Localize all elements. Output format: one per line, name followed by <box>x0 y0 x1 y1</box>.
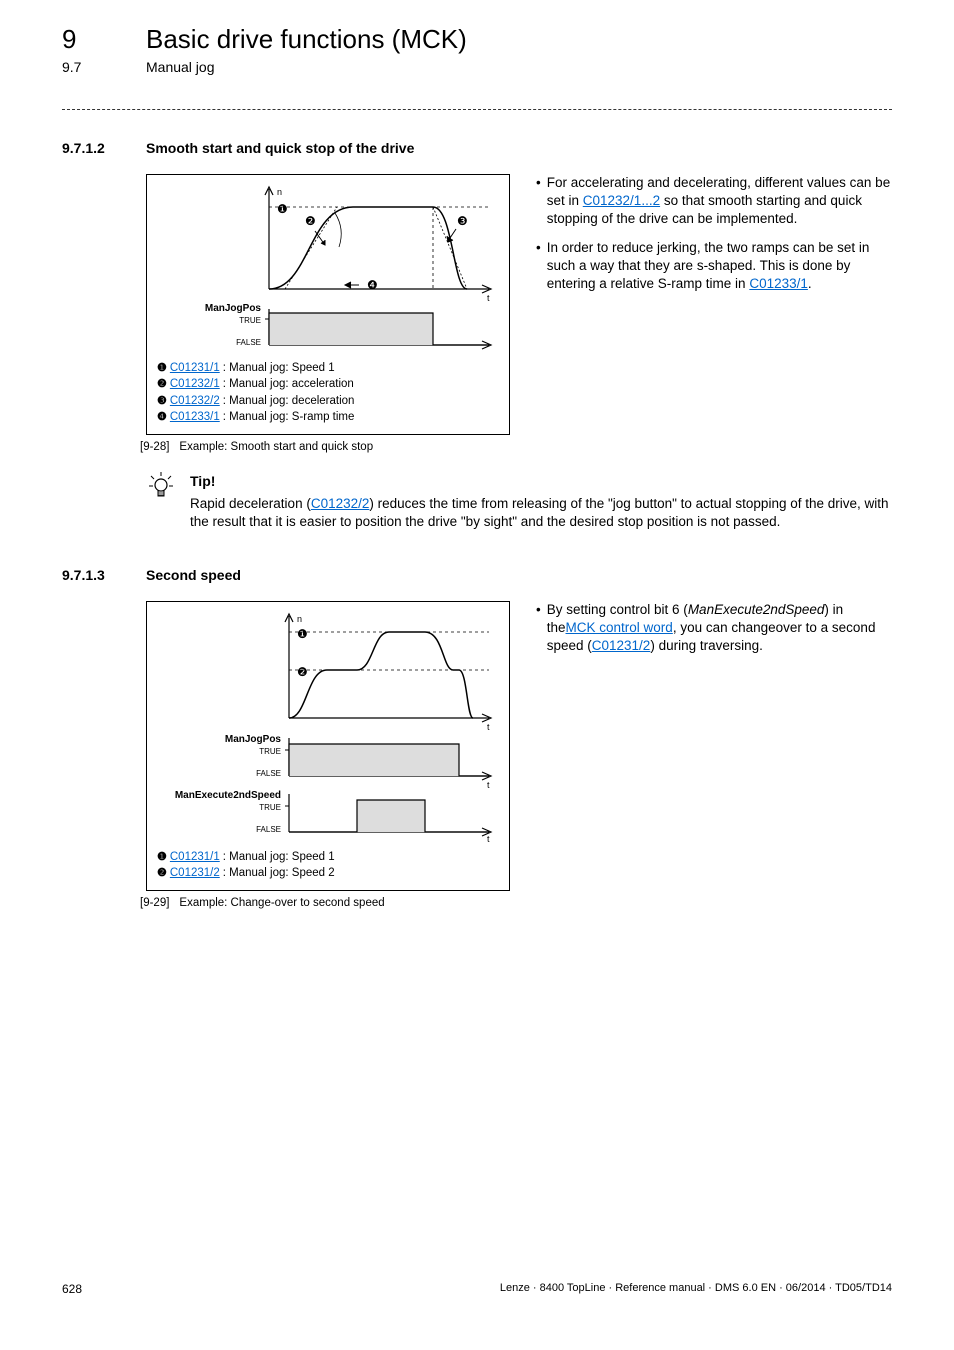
legend-desc: : Manual jog: acceleration <box>223 376 354 392</box>
link-c01232-1-2[interactable]: C01232/1...2 <box>583 193 660 208</box>
label-manjogpos: ManJogPos <box>205 303 262 314</box>
link-c01232-1[interactable]: C01232/1 <box>170 376 220 392</box>
link-c01231-1[interactable]: C01231/1 <box>170 849 220 865</box>
axis-t-label: t <box>487 722 490 732</box>
link-c01231-2[interactable]: C01231/2 <box>592 638 651 653</box>
figure-caption: [9-28] Example: Smooth start and quick s… <box>140 441 510 453</box>
lightbulb-icon <box>146 471 176 531</box>
figure-tag: [9-29] <box>140 897 169 909</box>
axis-n-label: n <box>297 614 302 624</box>
label-manjogpos: ManJogPos <box>225 734 282 745</box>
legend-desc: : Manual jog: Speed 1 <box>223 360 335 376</box>
subsection-header: 9.7.1.3 Second speed <box>62 567 892 583</box>
legend-dot: ❷ <box>157 866 167 881</box>
bullet-list: By setting control bit 6 (ManExecute2ndS… <box>536 601 892 909</box>
axis-t-label: t <box>487 834 490 842</box>
figure-legend: ❶ C01231/1: Manual jog: Speed 1 ❷ C01231… <box>157 849 499 882</box>
marker-1: ❶ <box>277 202 288 216</box>
link-c01232-2[interactable]: C01232/2 <box>311 496 370 511</box>
figure-caption-text: Example: Change-over to second speed <box>179 897 384 909</box>
subsection-header: 9.7.1.2 Smooth start and quick stop of t… <box>62 140 892 156</box>
label-true: TRUE <box>259 803 281 812</box>
link-c01233-1[interactable]: C01233/1 <box>170 409 220 425</box>
label-false: FALSE <box>256 769 281 778</box>
subsection-number: 9.7.1.2 <box>62 140 146 156</box>
axis-t-label-1: t <box>487 293 490 303</box>
bullet-list: For accelerating and decelerating, diffe… <box>536 174 892 453</box>
separator-dashed <box>62 109 892 110</box>
link-c01232-2[interactable]: C01232/2 <box>170 393 220 409</box>
chapter-title: Basic drive functions (MCK) <box>146 24 467 55</box>
tip-body: Rapid deceleration (C01232/2) reduces th… <box>190 495 892 531</box>
link-c01233-1[interactable]: C01233/1 <box>749 276 808 291</box>
link-c01231-1[interactable]: C01231/1 <box>170 360 220 376</box>
tip-block: Tip! Rapid deceleration (C01232/2) reduc… <box>146 473 892 531</box>
section-title: Manual jog <box>146 59 215 75</box>
figure-tag: [9-28] <box>140 441 169 453</box>
legend-dot: ❷ <box>157 377 167 392</box>
page-number: 628 <box>62 1282 82 1296</box>
legend-dot: ❶ <box>157 361 167 376</box>
legend-desc: : Manual jog: Speed 1 <box>223 849 335 865</box>
label-true: TRUE <box>239 316 261 325</box>
list-item: By setting control bit 6 (ManExecute2ndS… <box>536 601 892 656</box>
link-mck-control-word[interactable]: MCK control word <box>566 620 673 635</box>
chapter-number: 9 <box>62 24 146 55</box>
label-false: FALSE <box>256 825 281 834</box>
legend-dot: ❹ <box>157 410 167 425</box>
footer-text: Lenze · 8400 TopLine · Reference manual … <box>500 1282 892 1296</box>
label-true: TRUE <box>259 747 281 756</box>
legend-dot: ❸ <box>157 394 167 409</box>
marker-2: ❷ <box>305 214 316 228</box>
figure-caption: [9-29] Example: Change-over to second sp… <box>140 897 510 909</box>
section-subheader: 9.7 Manual jog <box>62 59 892 75</box>
legend-dot: ❶ <box>157 850 167 865</box>
label-manexecute2ndspeed: ManExecute2ndSpeed <box>175 790 281 801</box>
list-item: In order to reduce jerking, the two ramp… <box>536 239 892 294</box>
marker-2: ❷ <box>297 665 308 679</box>
label-false: FALSE <box>236 338 261 347</box>
graph-smooth-start-stop: n t ❶ ❷ ❸ <box>157 185 499 353</box>
subsection-title: Second speed <box>146 567 241 583</box>
axis-t-label: t <box>487 780 490 790</box>
graph-second-speed: n t ❶ ❷ ManJogPos TRUE FALSE t <box>157 612 499 842</box>
subsection-title: Smooth start and quick stop of the drive <box>146 140 414 156</box>
marker-4: ❹ <box>367 278 378 292</box>
figure-9-29: n t ❶ ❷ ManJogPos TRUE FALSE t <box>146 601 510 891</box>
italic-term: ManExecute2ndSpeed <box>688 602 825 617</box>
figure-legend: ❶ C01231/1: Manual jog: Speed 1 ❷ C01232… <box>157 360 499 426</box>
list-item: For accelerating and decelerating, diffe… <box>536 174 892 229</box>
axis-n-label: n <box>277 187 282 197</box>
figure-9-28: n t ❶ ❷ ❸ <box>146 174 510 435</box>
subsection-number: 9.7.1.3 <box>62 567 146 583</box>
tip-title: Tip! <box>190 473 892 489</box>
legend-desc: : Manual jog: S-ramp time <box>223 409 355 425</box>
page-footer: 628 Lenze · 8400 TopLine · Reference man… <box>62 1282 892 1296</box>
marker-1: ❶ <box>297 627 308 641</box>
section-number: 9.7 <box>62 59 146 75</box>
chapter-header: 9 Basic drive functions (MCK) <box>62 24 892 55</box>
legend-desc: : Manual jog: Speed 2 <box>223 865 335 881</box>
figure-caption-text: Example: Smooth start and quick stop <box>179 441 373 453</box>
marker-3: ❸ <box>457 214 468 228</box>
legend-desc: : Manual jog: deceleration <box>223 393 355 409</box>
link-c01231-2[interactable]: C01231/2 <box>170 865 220 881</box>
